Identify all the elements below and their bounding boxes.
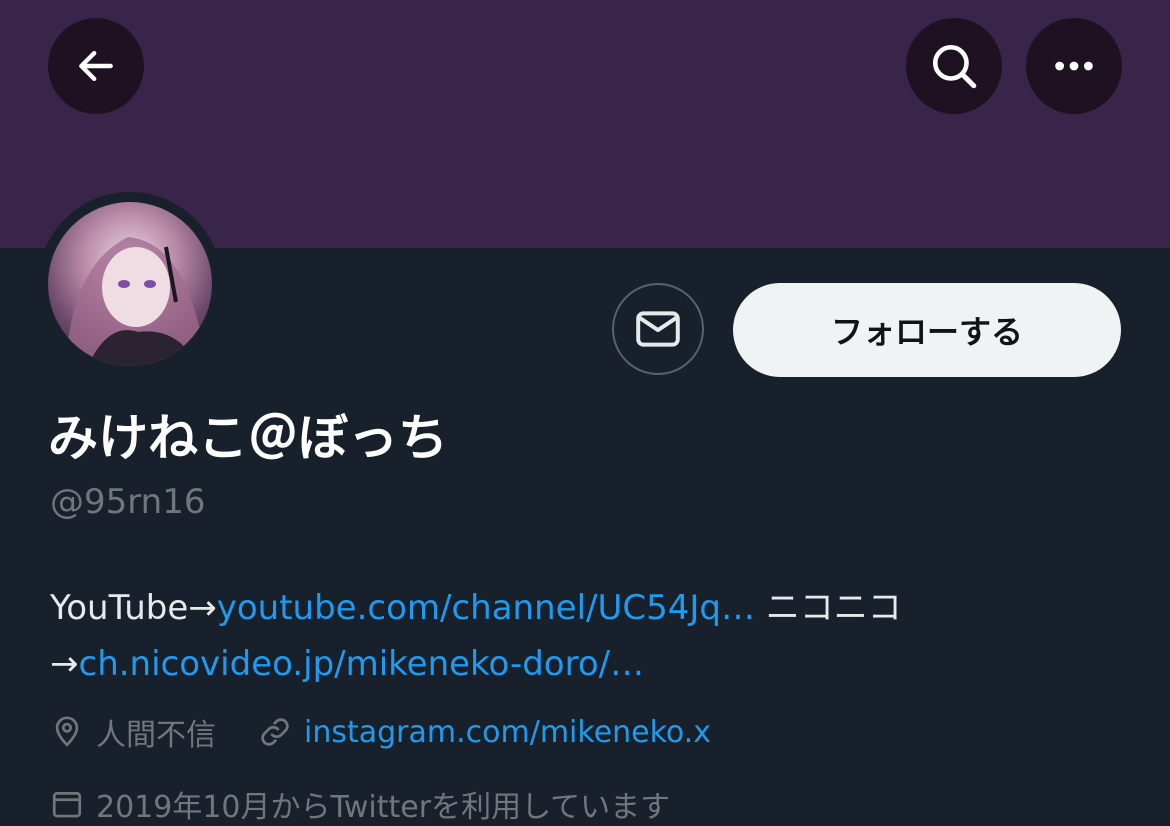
mail-icon: [636, 311, 680, 347]
profile-meta: 人間不信 instagram.com/mikeneko.x: [50, 710, 711, 754]
joined-date: 2019年10月からTwitterを利用しています: [50, 782, 670, 826]
joined-text: 2019年10月からTwitterを利用しています: [96, 790, 671, 825]
website-link[interactable]: instagram.com/mikeneko.x: [304, 715, 711, 750]
message-button[interactable]: [612, 283, 704, 375]
location-text: 人間不信: [96, 718, 216, 753]
bio-link-nicovideo[interactable]: ch.nicovideo.jp/mikeneko-doro/…: [79, 644, 645, 684]
avatar-illustration: [48, 237, 212, 366]
arrow-left-icon: [79, 50, 113, 82]
bio-link-youtube[interactable]: youtube.com/channel/UC54Jq…: [217, 588, 755, 628]
avatar-frame[interactable]: [38, 192, 222, 376]
avatar[interactable]: [48, 202, 212, 366]
website-item[interactable]: instagram.com/mikeneko.x: [258, 715, 711, 750]
location-item: 人間不信: [50, 710, 216, 754]
back-button[interactable]: [48, 18, 144, 114]
more-button[interactable]: [1026, 18, 1122, 114]
display-name: みけねこ＠ぼっち: [48, 409, 448, 467]
profile-bio: YouTube→youtube.com/channel/UC54Jq… ニコニコ…: [50, 580, 1130, 692]
bio-text-youtube: YouTube→: [50, 588, 217, 628]
search-button[interactable]: [906, 18, 1002, 114]
user-handle: @95rn16: [50, 482, 206, 522]
more-horizontal-icon: [1055, 61, 1093, 71]
link-icon: [261, 718, 289, 746]
location-pin-icon: [55, 716, 79, 747]
follow-button[interactable]: フォローする: [733, 283, 1121, 377]
calendar-icon: [52, 792, 82, 818]
search-icon: [932, 44, 977, 89]
